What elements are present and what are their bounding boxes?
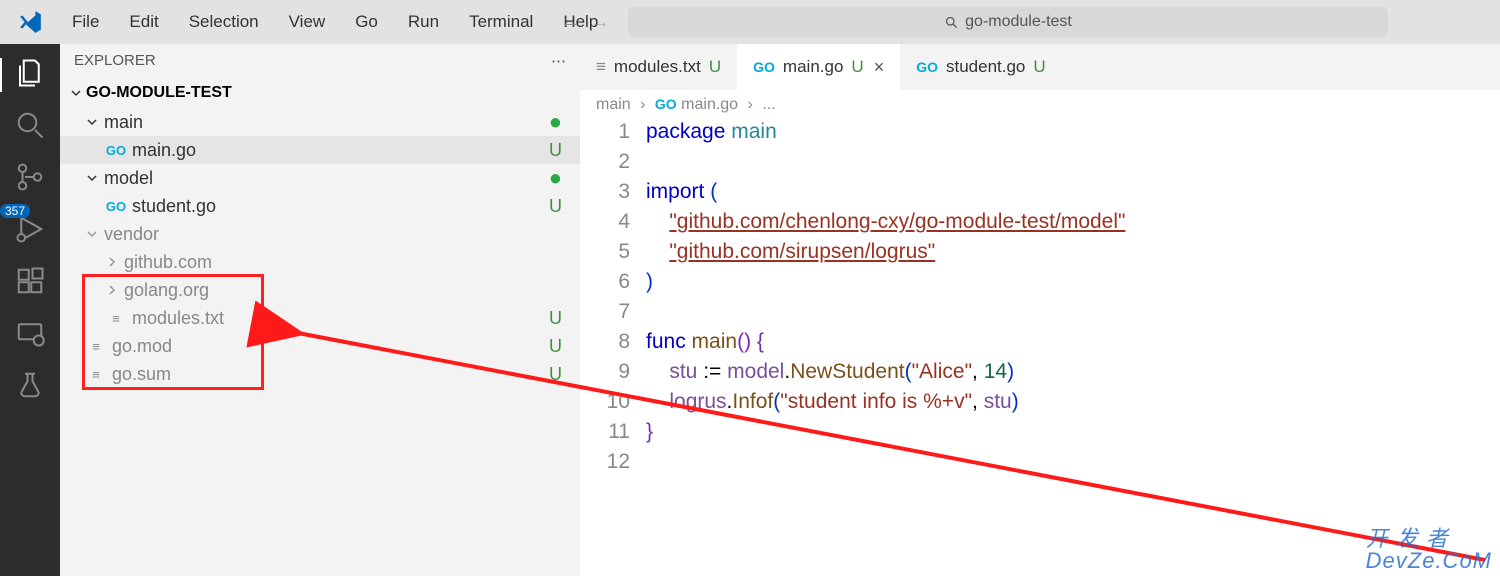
menu-go[interactable]: Go xyxy=(343,8,390,36)
git-untracked-badge: U xyxy=(549,336,562,357)
menu-selection[interactable]: Selection xyxy=(177,8,271,36)
go-file-icon: GO xyxy=(753,59,775,75)
vscode-logo-icon xyxy=(0,9,60,35)
tab-main-go[interactable]: GO main.go U × xyxy=(737,44,900,90)
tree-item-github-com[interactable]: github.com xyxy=(60,248,580,276)
git-untracked-badge: U xyxy=(549,196,562,217)
chevron-right-icon: › xyxy=(640,96,645,114)
chevron-right-icon: › xyxy=(748,96,753,114)
scm-badge: 357 xyxy=(0,204,30,218)
source-control-icon[interactable] xyxy=(15,162,45,192)
code-editor[interactable]: 123456789101112 package main import ( "g… xyxy=(580,120,1500,480)
explorer-root[interactable]: GO-MODULE-TEST xyxy=(60,78,580,108)
tree-item-main-go[interactable]: GO main.go U xyxy=(60,136,580,164)
explorer-root-label: GO-MODULE-TEST xyxy=(86,84,232,102)
editor-area: ≡modules.txtUGOmain.goU×GOstudent.goU ma… xyxy=(580,44,1500,576)
tree-item-vendor[interactable]: vendor xyxy=(60,220,580,248)
explorer-icon[interactable] xyxy=(15,58,45,88)
tab-label: main.go xyxy=(783,57,843,77)
go-file-icon: GO xyxy=(916,59,938,75)
chevron-down-icon xyxy=(86,112,98,133)
git-untracked-badge: U xyxy=(549,364,562,385)
tree-item-label: github.com xyxy=(124,252,212,273)
command-center-search[interactable]: go-module-test xyxy=(628,7,1388,37)
editor-tabs: ≡ modules.txt U GO main.go U × GO student.go U xyxy=(580,44,1500,90)
go-file-icon: GO xyxy=(106,196,126,216)
explorer-more-icon[interactable]: ⋯ xyxy=(551,52,566,70)
breadcrumb[interactable]: main › GO main.go › ... xyxy=(580,90,1500,120)
watermark-line2: DevZe.CoM xyxy=(1366,550,1492,572)
git-untracked-badge: U xyxy=(1033,57,1045,77)
tree-item-label: main.go xyxy=(132,140,196,161)
tree-item-label: student.go xyxy=(132,196,216,217)
crumb-more: ... xyxy=(762,96,775,113)
explorer-title: EXPLORER xyxy=(74,52,156,70)
tree-item-main[interactable]: main ● xyxy=(60,108,580,136)
search-text: go-module-test xyxy=(965,13,1072,31)
line-gutter: 123456789101112 xyxy=(580,120,646,480)
git-untracked-badge: U xyxy=(709,57,721,77)
nav-back-icon[interactable]: ← xyxy=(560,11,580,34)
text-file-icon: ≡ xyxy=(596,57,606,77)
nav-arrows: ← → xyxy=(560,11,610,34)
go-file-icon: GO xyxy=(106,140,126,160)
watermark: 开 发 者 DevZe.CoM xyxy=(1366,528,1492,572)
menu-file[interactable]: File xyxy=(60,8,111,36)
search-icon xyxy=(944,15,959,30)
remote-icon[interactable] xyxy=(15,318,45,348)
search-icon[interactable] xyxy=(15,110,45,140)
titlebar: File Edit Selection View Go Run Terminal… xyxy=(0,0,1500,44)
main-menu: File Edit Selection View Go Run Terminal… xyxy=(60,8,610,36)
menu-run[interactable]: Run xyxy=(396,8,451,36)
go-file-icon: GO xyxy=(655,96,677,112)
tree-item-model[interactable]: model ● xyxy=(60,164,580,192)
extensions-icon[interactable] xyxy=(15,266,45,296)
crumb-folder: main xyxy=(596,96,631,113)
close-icon[interactable]: × xyxy=(874,57,885,78)
menu-view[interactable]: View xyxy=(277,8,338,36)
crumb-file: main.go xyxy=(681,96,738,113)
code-body[interactable]: package main import ( "github.com/chenlo… xyxy=(646,120,1500,480)
chevron-down-icon xyxy=(86,224,98,245)
chevron-right-icon xyxy=(106,252,118,273)
tree-item-label: model xyxy=(104,168,153,189)
annotation-highlight-box xyxy=(82,274,264,390)
chevron-down-icon xyxy=(86,168,98,189)
tab-student-go[interactable]: GO student.go U xyxy=(900,44,1061,90)
menu-edit[interactable]: Edit xyxy=(117,8,170,36)
run-debug-icon[interactable] xyxy=(15,214,45,244)
git-modified-dot-icon: ● xyxy=(549,165,562,191)
menu-terminal[interactable]: Terminal xyxy=(457,8,545,36)
activity-bar: 357 xyxy=(0,44,60,576)
git-untracked-badge: U xyxy=(851,57,863,77)
nav-forward-icon[interactable]: → xyxy=(590,11,610,34)
tab-label: modules.txt xyxy=(614,57,701,77)
testing-icon[interactable] xyxy=(15,370,45,400)
tree-item-label: vendor xyxy=(104,224,159,245)
git-untracked-badge: U xyxy=(549,308,562,329)
tree-item-student-go[interactable]: GO student.go U xyxy=(60,192,580,220)
tree-item-label: main xyxy=(104,112,143,133)
tab-label: student.go xyxy=(946,57,1025,77)
git-modified-dot-icon: ● xyxy=(549,109,562,135)
tab-modules-txt[interactable]: ≡ modules.txt U xyxy=(580,44,737,90)
git-untracked-badge: U xyxy=(549,140,562,161)
watermark-line1: 开 发 者 xyxy=(1366,528,1492,550)
